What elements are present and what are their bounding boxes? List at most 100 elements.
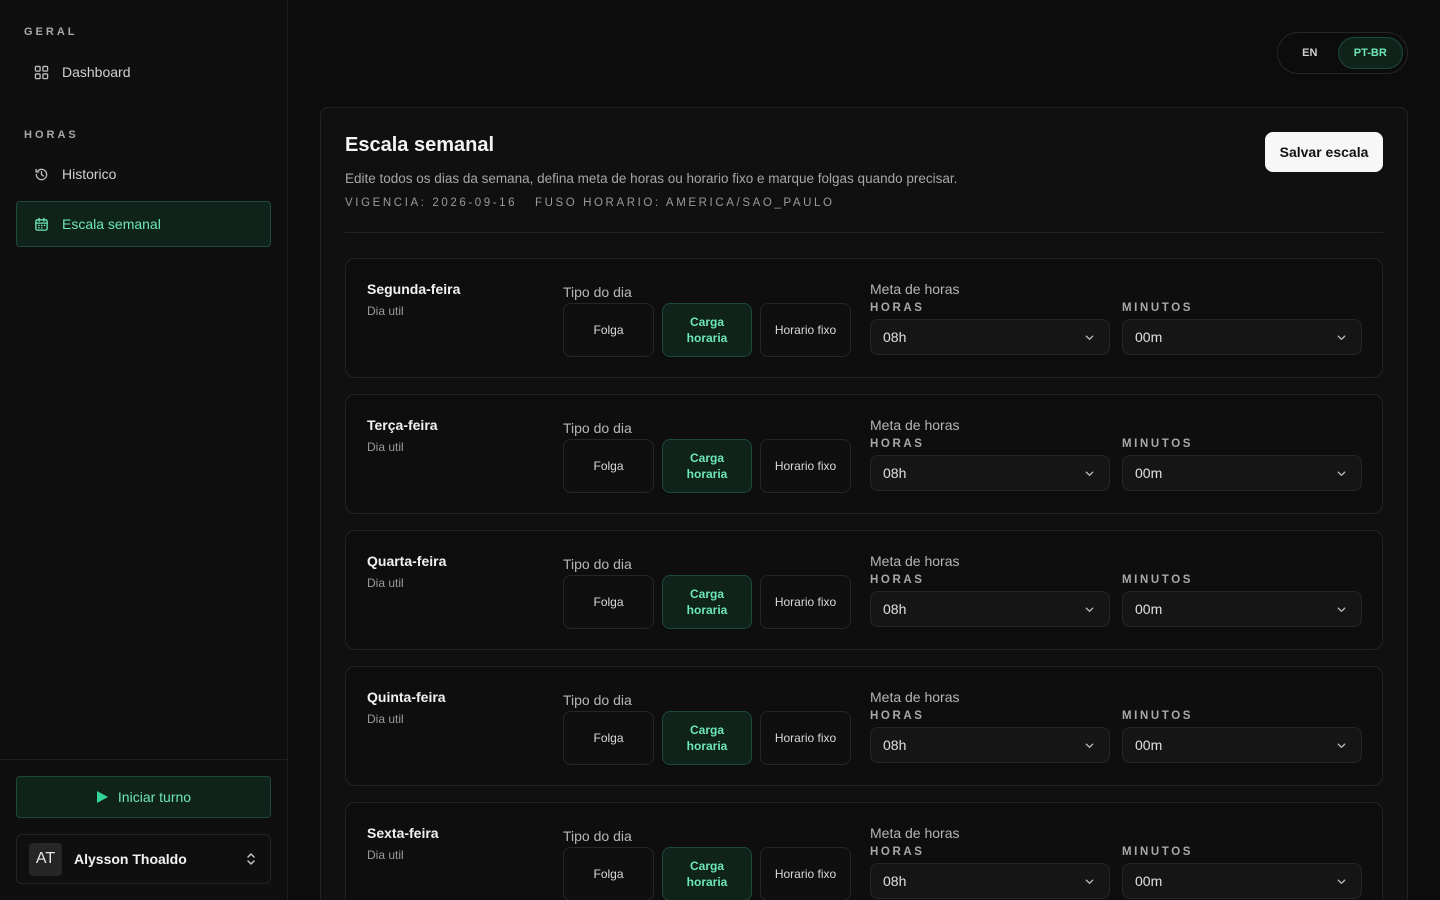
day-type-folga-button[interactable]: Folga bbox=[563, 711, 654, 765]
chevron-down-icon bbox=[1337, 335, 1346, 340]
day-type-label: Tipo do dia bbox=[563, 692, 632, 708]
lang-en-option[interactable]: EN bbox=[1282, 37, 1338, 69]
sidebar-item-escala-semanal[interactable]: Escala semanal bbox=[16, 201, 271, 247]
play-icon bbox=[96, 791, 108, 803]
user-name: Alysson Thoaldo bbox=[74, 851, 187, 867]
day-type-label: Tipo do dia bbox=[563, 284, 632, 300]
chevron-down-icon bbox=[1337, 471, 1346, 476]
hours-select-value: 08h bbox=[883, 465, 907, 481]
hours-select-value: 08h bbox=[883, 873, 907, 889]
hours-select-value: 08h bbox=[883, 601, 907, 617]
calendar-icon bbox=[35, 217, 48, 231]
day-type-subtitle: Dia util bbox=[367, 304, 404, 318]
day-type-folga-button[interactable]: Folga bbox=[563, 439, 654, 493]
hours-goal-label: Meta de horas bbox=[870, 417, 960, 433]
hours-goal-label: Meta de horas bbox=[870, 281, 960, 297]
chevron-updown-icon bbox=[247, 853, 255, 865]
hours-select[interactable]: 08h bbox=[870, 455, 1110, 491]
hours-goal-label: Meta de horas bbox=[870, 553, 960, 569]
minutes-label: MINUTOS bbox=[1122, 302, 1194, 314]
day-type-folga-button[interactable]: Folga bbox=[563, 575, 654, 629]
hours-select-value: 08h bbox=[883, 329, 907, 345]
minutes-select[interactable]: 00m bbox=[1122, 319, 1362, 355]
day-type-horario-fixo-button[interactable]: Horario fixo bbox=[760, 439, 851, 493]
hours-label: HORAS bbox=[870, 846, 925, 858]
day-type-folga-button[interactable]: Folga bbox=[563, 303, 654, 357]
day-type-carga-horaria-button[interactable]: Carga horaria bbox=[662, 303, 752, 357]
day-type-folga-button[interactable]: Folga bbox=[563, 847, 654, 900]
minutes-select-value: 00m bbox=[1135, 601, 1163, 617]
hours-select[interactable]: 08h bbox=[870, 591, 1110, 627]
day-type-subtitle: Dia util bbox=[367, 576, 404, 590]
hours-goal-label: Meta de horas bbox=[870, 825, 960, 841]
day-name: Quinta-feira bbox=[367, 689, 446, 705]
save-schedule-button[interactable]: Salvar escala bbox=[1265, 132, 1383, 172]
day-type-horario-fixo-button[interactable]: Horario fixo bbox=[760, 303, 851, 357]
lang-ptbr-option[interactable]: PT-BR bbox=[1337, 37, 1403, 69]
hours-select-value: 08h bbox=[883, 737, 907, 753]
card-divider bbox=[345, 232, 1383, 233]
day-type-label: Tipo do dia bbox=[563, 420, 632, 436]
day-type-horario-fixo-button[interactable]: Horario fixo bbox=[760, 711, 851, 765]
hours-select[interactable]: 08h bbox=[870, 727, 1110, 763]
page-title: Escala semanal bbox=[345, 134, 494, 156]
history-icon bbox=[35, 168, 48, 180]
schedule-meta: VIGENCIA: 2026-09-16 FUSO HORARIO: AMERI… bbox=[345, 197, 835, 209]
timezone-label: FUSO HORARIO: AMERICA/SAO_PAULO bbox=[534, 197, 835, 209]
day-name: Quarta-feira bbox=[367, 553, 447, 569]
day-type-label: Tipo do dia bbox=[563, 828, 632, 844]
chevron-down-icon bbox=[1085, 335, 1094, 340]
hours-select[interactable]: 08h bbox=[870, 863, 1110, 899]
hours-label: HORAS bbox=[870, 710, 925, 722]
chevron-down-icon bbox=[1337, 743, 1346, 748]
day-row: Quinta-feira Dia util Tipo do dia Folga … bbox=[345, 666, 1383, 786]
minutes-select-value: 00m bbox=[1135, 737, 1163, 753]
hours-label: HORAS bbox=[870, 302, 925, 314]
grid-icon bbox=[34, 65, 49, 79]
chevron-down-icon bbox=[1085, 607, 1094, 612]
section-label-horas: HORAS bbox=[24, 129, 79, 141]
sidebar-item-label: Escala semanal bbox=[62, 216, 161, 232]
day-row: Sexta-feira Dia util Tipo do dia Folga C… bbox=[345, 802, 1383, 900]
day-row: Segunda-feira Dia util Tipo do dia Folga… bbox=[345, 258, 1383, 378]
minutes-select[interactable]: 00m bbox=[1122, 863, 1362, 899]
start-shift-label: Iniciar turno bbox=[117, 789, 192, 805]
sidebar-item-historico[interactable]: Historico bbox=[16, 151, 271, 197]
hours-goal-label: Meta de horas bbox=[870, 689, 960, 705]
minutes-select[interactable]: 00m bbox=[1122, 727, 1362, 763]
language-switcher: EN PT-BR bbox=[1277, 32, 1408, 74]
day-type-carga-horaria-button[interactable]: Carga horaria bbox=[662, 575, 752, 629]
day-name: Terça-feira bbox=[367, 417, 438, 433]
minutes-select-value: 00m bbox=[1135, 873, 1163, 889]
hours-label: HORAS bbox=[870, 438, 925, 450]
minutes-label: MINUTOS bbox=[1122, 846, 1194, 858]
minutes-select[interactable]: 00m bbox=[1122, 591, 1362, 627]
chevron-down-icon bbox=[1085, 743, 1094, 748]
vigencia-label: VIGENCIA: 2026-09-16 bbox=[345, 197, 518, 209]
sidebar-item-label: Historico bbox=[62, 166, 117, 182]
minutes-select-value: 00m bbox=[1135, 329, 1163, 345]
weekly-schedule-card: Escala semanal Edite todos os dias da se… bbox=[320, 107, 1408, 900]
day-type-subtitle: Dia util bbox=[367, 440, 404, 454]
minutes-select[interactable]: 00m bbox=[1122, 455, 1362, 491]
day-type-label: Tipo do dia bbox=[563, 556, 632, 572]
start-shift-button[interactable]: Iniciar turno bbox=[16, 776, 271, 818]
day-type-carga-horaria-button[interactable]: Carga horaria bbox=[662, 847, 752, 900]
hours-label: HORAS bbox=[870, 574, 925, 586]
section-label-geral: GERAL bbox=[24, 26, 78, 38]
sidebar: GERAL Dashboard HORAS Historico Escala s… bbox=[0, 0, 288, 900]
page-subtitle: Edite todos os dias da semana, defina me… bbox=[345, 171, 958, 186]
sidebar-item-dashboard[interactable]: Dashboard bbox=[16, 49, 271, 95]
avatar: AT bbox=[29, 842, 62, 876]
hours-select[interactable]: 08h bbox=[870, 319, 1110, 355]
day-type-carga-horaria-button[interactable]: Carga horaria bbox=[662, 439, 752, 493]
user-menu[interactable]: AT Alysson Thoaldo bbox=[16, 834, 271, 884]
day-type-horario-fixo-button[interactable]: Horario fixo bbox=[760, 847, 851, 900]
sidebar-divider bbox=[0, 759, 287, 760]
day-type-carga-horaria-button[interactable]: Carga horaria bbox=[662, 711, 752, 765]
day-type-subtitle: Dia util bbox=[367, 712, 404, 726]
minutes-label: MINUTOS bbox=[1122, 574, 1194, 586]
day-row: Terça-feira Dia util Tipo do dia Folga C… bbox=[345, 394, 1383, 514]
day-type-horario-fixo-button[interactable]: Horario fixo bbox=[760, 575, 851, 629]
chevron-down-icon bbox=[1085, 471, 1094, 476]
